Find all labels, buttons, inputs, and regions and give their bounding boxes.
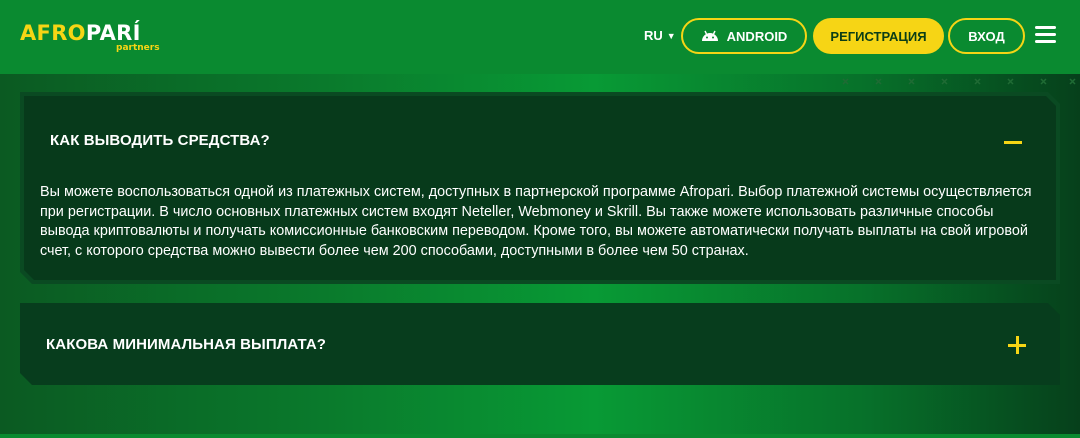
register-button[interactable]: РЕГИСТРАЦИЯ	[813, 18, 944, 54]
faq-item-expanded: КАК ВЫВОДИТЬ СРЕДСТВА? Вы можете восполь…	[20, 92, 1060, 284]
faq-item-collapsed[interactable]: КАКОВА МИНИМАЛЬНАЯ ВЫПЛАТА?	[20, 303, 1060, 385]
caret-down-icon: ▼	[666, 30, 676, 41]
afropari-partners-logo[interactable]: AFROPARÍ partners	[20, 22, 160, 56]
android-icon	[701, 30, 718, 41]
login-button[interactable]: ВХОД	[948, 18, 1025, 54]
language-selector[interactable]: RU ▼	[644, 28, 676, 43]
top-header: AFROPARÍ partners RU ▼ ANDROID РЕГИСТРАЦ…	[0, 0, 1080, 74]
android-app-button[interactable]: ANDROID	[681, 18, 807, 54]
register-button-label: РЕГИСТРАЦИЯ	[830, 28, 927, 44]
minus-icon[interactable]	[1002, 130, 1026, 154]
faq-question[interactable]: КАК ВЫВОДИТЬ СРЕДСТВА?	[50, 132, 270, 149]
faq-item-expanded-body: КАК ВЫВОДИТЬ СРЕДСТВА? Вы можете восполь…	[24, 96, 1056, 280]
logo-part-pari: PARÍ	[85, 21, 141, 45]
logo-subtitle: partners	[116, 43, 160, 53]
faq-question[interactable]: КАКОВА МИНИМАЛЬНАЯ ВЫПЛАТА?	[46, 336, 326, 353]
bottom-divider	[0, 434, 1080, 438]
logo-part-afro: AFRO	[20, 21, 86, 45]
plus-icon[interactable]	[1006, 333, 1030, 357]
decorative-crosses	[842, 78, 1076, 85]
faq-answer: Вы можете воспользоваться одной из плате…	[40, 184, 1032, 259]
hamburger-menu-icon[interactable]	[1035, 26, 1056, 44]
login-button-label: ВХОД	[968, 28, 1005, 44]
android-button-label: ANDROID	[726, 28, 788, 44]
logo-wordmark: AFROPARÍ	[20, 22, 150, 44]
language-code: RU	[644, 28, 663, 43]
